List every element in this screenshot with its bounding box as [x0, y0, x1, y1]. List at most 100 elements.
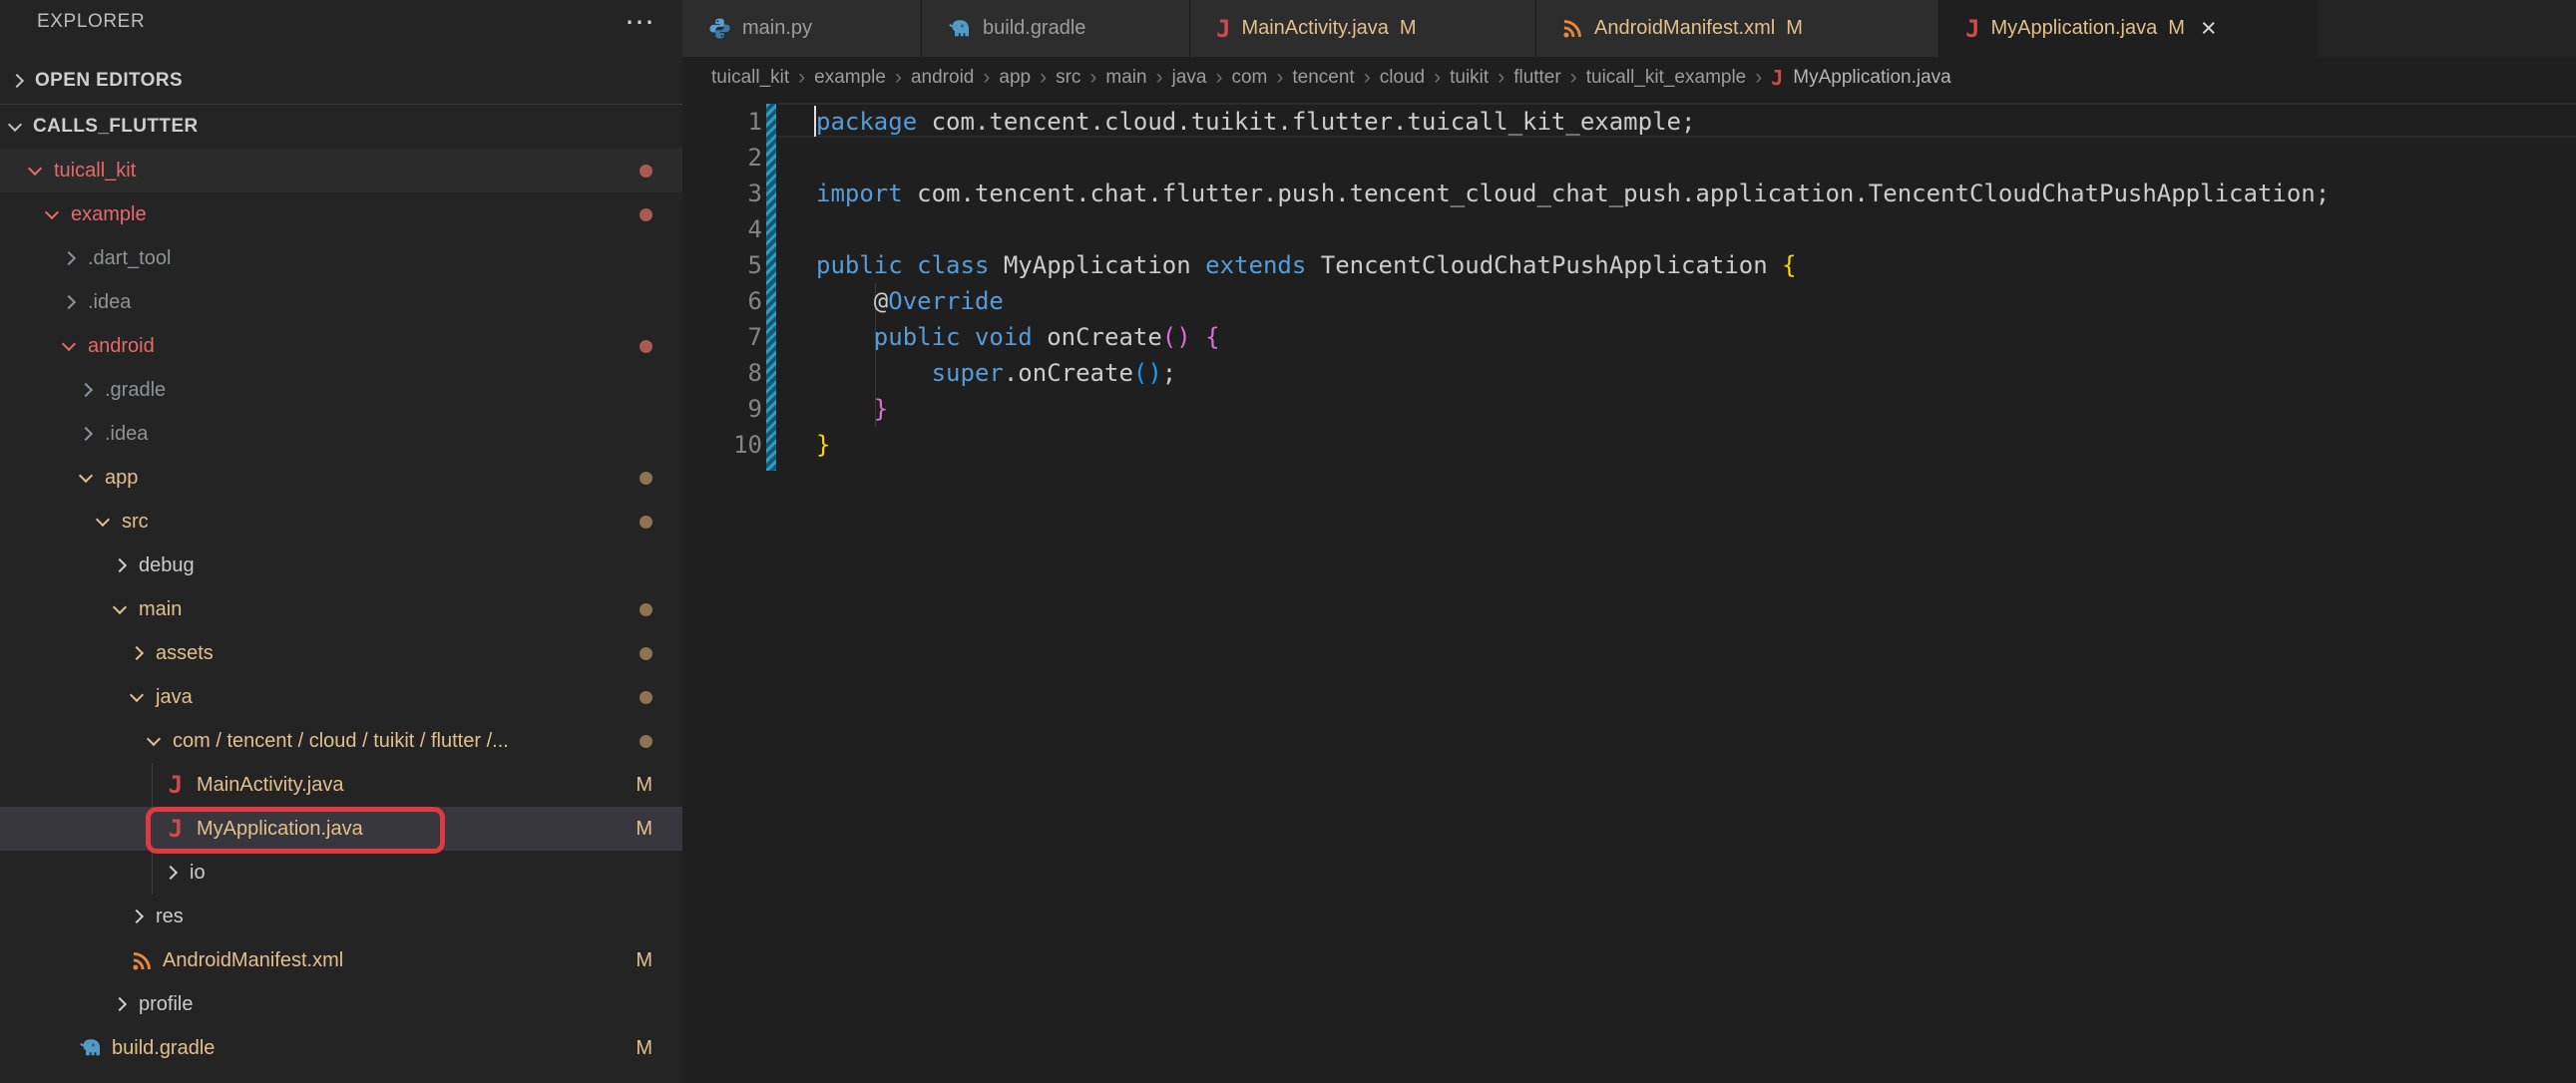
breadcrumb-separator-icon: ›: [983, 66, 990, 90]
java-file-icon: J: [169, 773, 183, 797]
tree-item-AndroidManifest.xml[interactable]: AndroidManifest.xml M: [0, 938, 682, 982]
chevron-down-icon: [96, 513, 110, 527]
breadcrumb-item[interactable]: com: [1231, 67, 1267, 89]
breadcrumb-separator-icon: ›: [1364, 66, 1371, 90]
modified-badge: M: [1400, 17, 1417, 40]
line-number: 7: [682, 319, 762, 355]
breadcrumb-item[interactable]: src: [1056, 67, 1080, 89]
tree-item-.gradle[interactable]: .gradle: [0, 368, 682, 412]
line-number: 1: [682, 104, 762, 140]
xml-file-icon: [1562, 18, 1583, 39]
breadcrumb-item[interactable]: android: [911, 67, 974, 89]
git-status-dot: [640, 165, 652, 178]
code-line-3[interactable]: 3import com.tencent.chat.flutter.push.te…: [682, 176, 2576, 211]
code-editor[interactable]: 1package com.tencent.cloud.tuikit.flutte…: [682, 99, 2576, 1083]
breadcrumb-file[interactable]: MyApplication.java: [1793, 67, 1950, 89]
breadcrumb-separator-icon: ›: [1156, 66, 1163, 90]
breadcrumb-item[interactable]: tuikit: [1450, 67, 1489, 89]
chevron-down-icon: [79, 469, 93, 483]
git-status-dot: [640, 603, 652, 616]
tree-item-label: AndroidManifest.xml: [163, 949, 343, 972]
tab-AndroidManifest.xml[interactable]: AndroidManifest.xmlM: [1536, 0, 1939, 57]
tree-item-debug[interactable]: debug: [0, 543, 682, 587]
open-editors-header[interactable]: OPEN EDITORS: [0, 58, 682, 104]
tree-item-app[interactable]: app: [0, 456, 682, 500]
tree-item-label: main: [139, 598, 182, 621]
code-line-10[interactable]: 10}: [682, 427, 2576, 463]
code-line-6[interactable]: 6 @Override: [682, 283, 2576, 319]
gradle-icon: [948, 17, 972, 41]
xml-file-icon: [132, 950, 153, 971]
workspace-section-header[interactable]: CALLS_FLUTTER: [0, 105, 682, 149]
chevron-right-icon: [113, 558, 127, 572]
tree-item-.dart_tool[interactable]: .dart_tool: [0, 236, 682, 280]
breadcrumb-item[interactable]: tuicall_kit_example: [1586, 67, 1747, 89]
chevron-down-icon: [130, 688, 144, 702]
code-line-4[interactable]: 4: [682, 211, 2576, 247]
tree-item-label: MainActivity.java: [197, 774, 343, 797]
tree-item-MainActivity.java[interactable]: JMainActivity.javaM: [0, 763, 682, 807]
breadcrumb-item[interactable]: main: [1105, 67, 1146, 89]
explorer-title: EXPLORER: [0, 0, 682, 44]
java-file-icon: J: [1965, 17, 1979, 41]
breadcrumb-item[interactable]: tencent: [1292, 67, 1354, 89]
tree-item-java[interactable]: java: [0, 675, 682, 719]
breadcrumb-separator-icon: ›: [1434, 66, 1441, 90]
chevron-down-icon: [45, 205, 59, 219]
code-lines: 1package com.tencent.cloud.tuikit.flutte…: [682, 104, 2576, 463]
tree-item-main[interactable]: main: [0, 587, 682, 631]
tree-item-MyApplication.java[interactable]: JMyApplication.javaM: [0, 807, 682, 851]
breadcrumb-separator-icon: ›: [1755, 66, 1762, 90]
close-icon[interactable]: ×: [2201, 15, 2217, 42]
chevron-right-icon: [164, 866, 178, 880]
tree-item-label: build.gradle: [112, 1037, 215, 1060]
java-file-icon: J: [169, 817, 183, 841]
git-status-dot: [640, 208, 652, 221]
git-status-dot: [640, 472, 652, 485]
tab-MainActivity.java[interactable]: JMainActivity.javaM: [1190, 0, 1536, 57]
tree-item-build.gradle[interactable]: build.gradle M: [0, 1026, 682, 1070]
code-line-9[interactable]: 9 }: [682, 391, 2576, 427]
breadcrumb-item[interactable]: cloud: [1380, 67, 1425, 89]
line-number: 9: [682, 391, 762, 427]
tree-item-android[interactable]: android: [0, 324, 682, 368]
breadcrumb-item[interactable]: app: [999, 67, 1031, 89]
tree-item-res[interactable]: res: [0, 895, 682, 938]
breadcrumb-separator-icon: ›: [1040, 66, 1047, 90]
code-line-5[interactable]: 5public class MyApplication extends Tenc…: [682, 247, 2576, 283]
tab-MyApplication.java[interactable]: JMyApplication.javaM×: [1939, 0, 2317, 57]
tree-item-com / tencent / cloud / tuikit / flutter /...[interactable]: com / tencent / cloud / tuikit / flutter…: [0, 719, 682, 763]
code-line-7[interactable]: 7 public void onCreate() {: [682, 319, 2576, 355]
tree-item-.idea[interactable]: .idea: [0, 280, 682, 324]
tab-label: MainActivity.java: [1241, 17, 1388, 40]
breadcrumb-item[interactable]: tuicall_kit: [711, 67, 789, 89]
breadcrumb-item[interactable]: java: [1172, 67, 1207, 89]
tab-main.py[interactable]: main.py: [682, 0, 922, 57]
modified-badge: M: [636, 949, 652, 972]
vscode-window: EXPLORER ⋯ OPEN EDITORS CALLS_FLUTTER tu…: [0, 0, 2576, 1083]
breadcrumb-separator-icon: ›: [1215, 66, 1222, 90]
chevron-right-icon: [62, 251, 76, 265]
editor-group: main.pybuild.gradle J MainActivity.java M An…: [682, 0, 2576, 1083]
tree-item-.idea[interactable]: .idea: [0, 412, 682, 456]
breadcrumb-item[interactable]: flutter: [1513, 67, 1561, 89]
more-actions-icon[interactable]: ⋯: [625, 0, 656, 44]
tree-item-assets[interactable]: assets: [0, 631, 682, 675]
tree-item-example[interactable]: example: [0, 192, 682, 236]
breadcrumb-item[interactable]: example: [814, 67, 886, 89]
code-line-8[interactable]: 8 super.onCreate();: [682, 355, 2576, 391]
code-line-2[interactable]: 2: [682, 140, 2576, 176]
tree-item-label: com / tencent / cloud / tuikit / flutter…: [173, 730, 509, 753]
chevron-down-icon: [147, 732, 161, 746]
tab-build.gradle[interactable]: build.gradle: [922, 0, 1190, 57]
code-line-1[interactable]: 1package com.tencent.cloud.tuikit.flutte…: [682, 104, 2576, 140]
tree-item-profile[interactable]: profile: [0, 982, 682, 1026]
modified-badge: M: [636, 1037, 652, 1060]
tree-item-io[interactable]: io: [0, 851, 682, 895]
line-number: 5: [682, 247, 762, 283]
line-number: 3: [682, 176, 762, 211]
tree-item-tuicall_kit[interactable]: tuicall_kit: [0, 149, 682, 192]
tree-item-src[interactable]: src: [0, 500, 682, 543]
git-status-dot: [640, 647, 652, 660]
tree-item-label: app: [105, 467, 138, 490]
